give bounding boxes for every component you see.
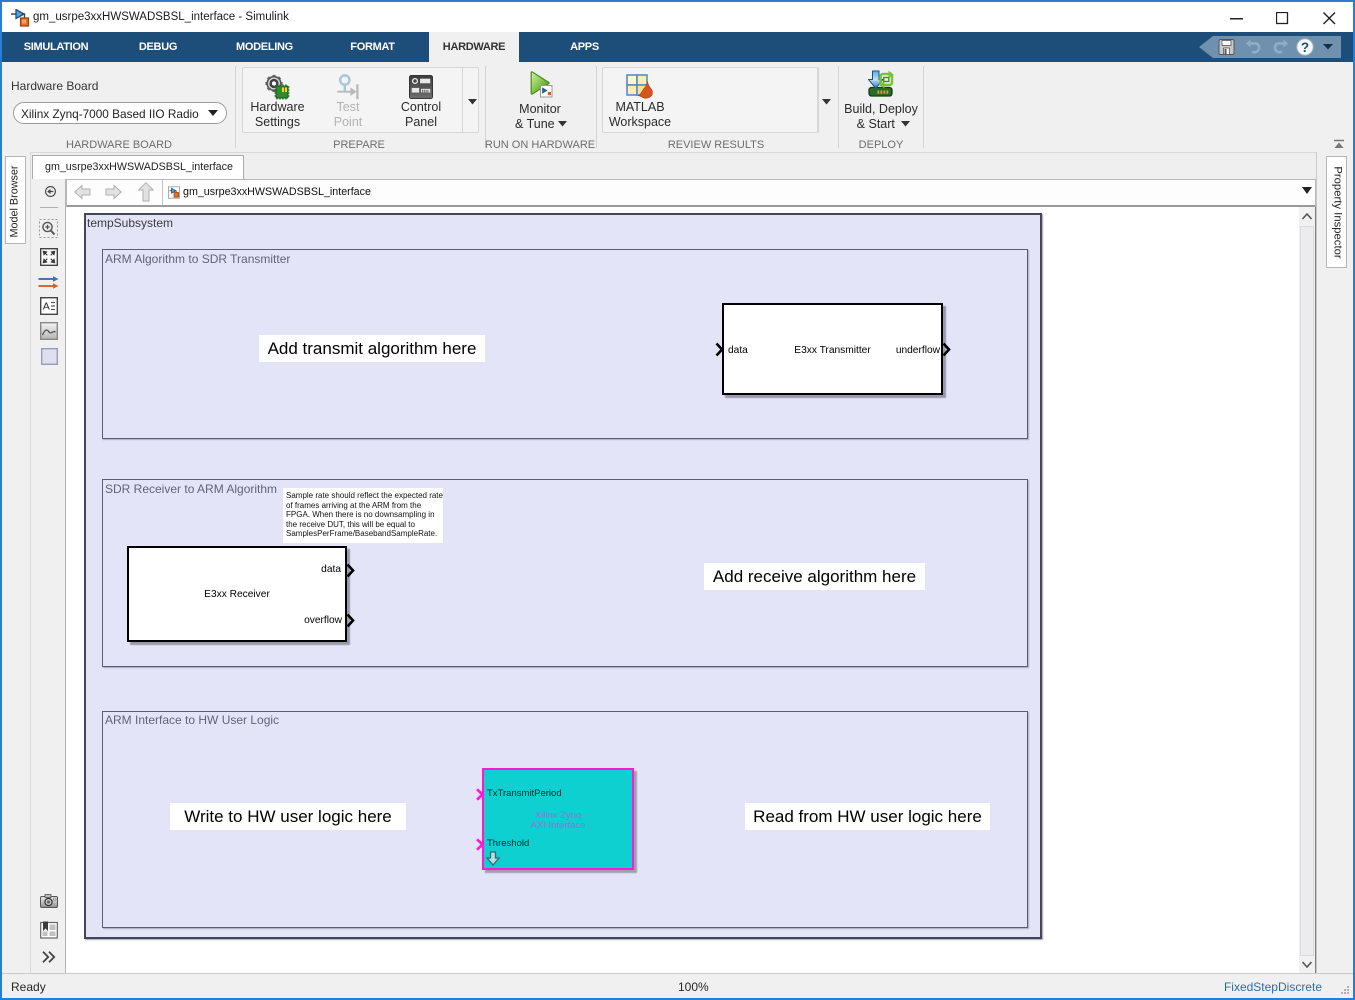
svg-text:?: ? bbox=[1301, 40, 1309, 55]
svg-text:A: A bbox=[43, 301, 50, 313]
